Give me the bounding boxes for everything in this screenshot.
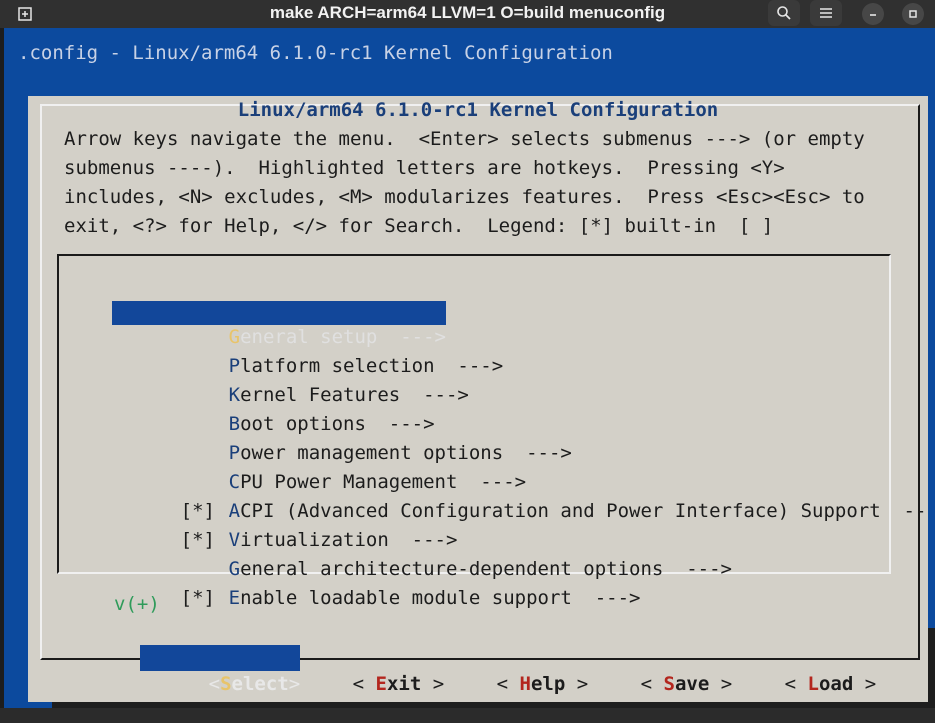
minimize-button[interactable] [862, 3, 884, 25]
help-text-line: includes, <N> excludes, <M> modularizes … [64, 186, 865, 208]
menu-item-hotkey: E [228, 587, 241, 609]
maximize-button[interactable] [902, 3, 924, 25]
menu-item-platform-selection[interactable]: Platform selection ---> [112, 330, 504, 377]
search-icon [777, 6, 791, 20]
minimize-icon [870, 14, 876, 16]
menuconfig-dialog: Linux/arm64 6.1.0-rc1 Kernel Configurati… [28, 96, 928, 702]
menu-item-kernel-features[interactable]: Kernel Features ---> [112, 359, 469, 406]
help-text-line: exit, <?> for Help, </> for Search. Lege… [64, 215, 774, 237]
menu-item-loadable-module-support[interactable]: [*] Enable loadable module support ---> [112, 562, 641, 609]
terminal-area[interactable]: .config - Linux/arm64 6.1.0-rc1 Kernel C… [4, 28, 935, 708]
load-button[interactable]: < Load > [716, 645, 877, 695]
hamburger-icon [820, 8, 832, 18]
help-button[interactable]: < Help > [428, 645, 589, 695]
more-items-indicator: v(+) [114, 593, 160, 615]
help-text-line: Arrow keys navigate the menu. <Enter> se… [64, 128, 865, 150]
menu-item-checkbox: [*] [180, 587, 215, 609]
menu-item-power-management[interactable]: Power management options ---> [112, 417, 572, 464]
window-titlebar: make ARCH=arm64 LLVM=1 O=build menuconfi… [0, 0, 935, 28]
menu-item-acpi[interactable]: [*] ACPI (Advanced Configuration and Powe… [112, 475, 927, 522]
maximize-icon [909, 10, 917, 18]
exit-button[interactable]: < Exit > [284, 645, 445, 695]
config-header: .config - Linux/arm64 6.1.0-rc1 Kernel C… [18, 42, 613, 64]
menu-item-cpu-power-management[interactable]: CPU Power Management ---> [112, 446, 526, 493]
dialog-title: Linux/arm64 6.1.0-rc1 Kernel Configurati… [237, 99, 719, 121]
select-button[interactable]: <Select> [140, 645, 301, 695]
menu-item-boot-options[interactable]: Boot options ---> [112, 388, 435, 435]
save-button[interactable]: < Save > [572, 645, 733, 695]
menu-item-label: nable loadable module support ---> [240, 587, 641, 609]
search-button[interactable] [768, 0, 800, 26]
menu-item-virtualization[interactable]: [*] Virtualization ---> [112, 504, 458, 551]
hamburger-menu-button[interactable] [810, 0, 842, 26]
help-text-line: submenus ----). Highlighted letters are … [64, 157, 785, 179]
menu-item-general-setup[interactable]: General setup ---> [112, 301, 446, 348]
menu-item-general-arch-options[interactable]: General architecture-dependent options -… [112, 533, 732, 580]
